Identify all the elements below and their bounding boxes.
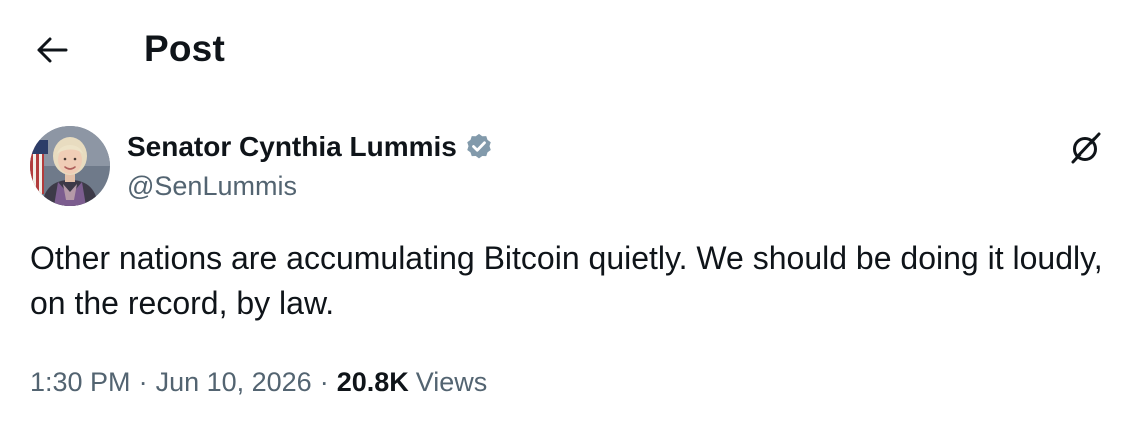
post-text: Other nations are accumulating Bitcoin q… xyxy=(30,240,1103,321)
post-page: Post Senator Cynthia Lummis @SenLummis O… xyxy=(0,0,1122,424)
avatar[interactable] xyxy=(30,126,110,206)
author-handle[interactable]: @SenLummis xyxy=(127,168,297,204)
verified-badge-icon xyxy=(463,131,495,163)
avatar-photo xyxy=(30,126,110,206)
meta-separator: · xyxy=(319,366,329,397)
author-name-row: Senator Cynthia Lummis xyxy=(127,128,495,166)
post-meta: 1:30 PM · Jun 10, 2026 · 20.8K Views xyxy=(30,362,487,402)
arrow-left-icon xyxy=(37,37,68,63)
page-title: Post xyxy=(144,28,225,69)
views-label: Views xyxy=(415,366,488,397)
views-count: 20.8K xyxy=(336,366,409,397)
header-bar: Post xyxy=(0,0,1122,100)
grok-icon xyxy=(1071,132,1101,164)
meta-separator: · xyxy=(138,366,148,397)
post-time[interactable]: 1:30 PM xyxy=(30,367,131,398)
author-name[interactable]: Senator Cynthia Lummis xyxy=(127,129,457,165)
post-date[interactable]: Jun 10, 2026 xyxy=(156,367,312,398)
back-button[interactable] xyxy=(34,34,70,66)
grok-button[interactable] xyxy=(1066,128,1106,168)
